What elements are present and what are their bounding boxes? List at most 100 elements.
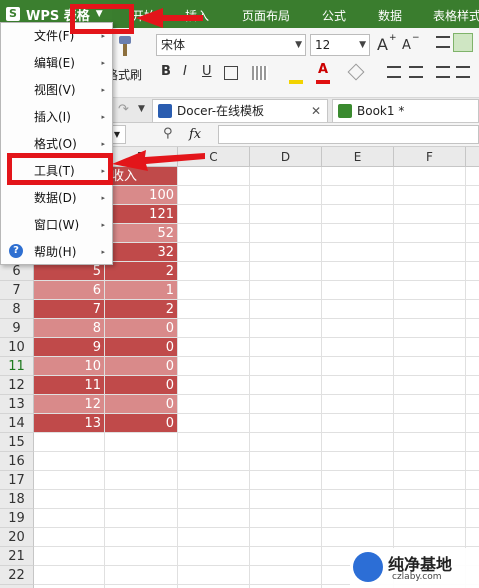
table-cell[interactable] — [178, 300, 250, 319]
table-cell[interactable]: 12 — [34, 395, 105, 414]
row-header[interactable]: 22 — [0, 566, 34, 585]
table-cell[interactable] — [250, 186, 322, 205]
table-cell[interactable] — [250, 338, 322, 357]
table-cell[interactable] — [394, 452, 466, 471]
table-cell[interactable] — [322, 357, 394, 376]
table-cell[interactable] — [250, 224, 322, 243]
row-header[interactable]: 21 — [0, 547, 34, 566]
table-cell[interactable] — [466, 319, 479, 338]
table-cell[interactable] — [322, 224, 394, 243]
table-cell[interactable] — [466, 376, 479, 395]
table-cell[interactable] — [394, 357, 466, 376]
table-cell[interactable] — [250, 395, 322, 414]
tab-table-style[interactable]: 表格样式 — [433, 7, 479, 24]
table-cell[interactable] — [105, 528, 178, 547]
table-cell[interactable] — [178, 243, 250, 262]
table-cell[interactable]: 2 — [105, 300, 178, 319]
table-cell[interactable] — [178, 452, 250, 471]
table-cell[interactable]: 0 — [105, 395, 178, 414]
table-cell[interactable]: 0 — [105, 338, 178, 357]
table-cell[interactable]: 0 — [105, 357, 178, 376]
table-cell[interactable] — [178, 357, 250, 376]
table-cell[interactable] — [394, 300, 466, 319]
table-cell[interactable] — [322, 205, 394, 224]
row-header[interactable]: 7 — [0, 281, 34, 300]
table-cell[interactable] — [178, 376, 250, 395]
table-cell[interactable] — [322, 300, 394, 319]
table-cell[interactable] — [105, 566, 178, 585]
table-cell[interactable] — [322, 376, 394, 395]
table-cell[interactable] — [322, 319, 394, 338]
row-header[interactable]: 17 — [0, 471, 34, 490]
table-cell[interactable] — [178, 433, 250, 452]
table-cell[interactable] — [34, 490, 105, 509]
table-cell[interactable] — [394, 281, 466, 300]
table-cell[interactable] — [466, 262, 479, 281]
wrap-icon[interactable] — [436, 66, 450, 78]
row-header[interactable]: 18 — [0, 490, 34, 509]
tab-book1[interactable]: Book1 * — [332, 99, 479, 122]
table-cell[interactable] — [394, 224, 466, 243]
table-cell[interactable] — [105, 490, 178, 509]
table-cell[interactable] — [250, 300, 322, 319]
table-cell[interactable] — [394, 262, 466, 281]
grow-font-button[interactable]: A — [377, 35, 388, 54]
table-cell[interactable] — [394, 414, 466, 433]
align-left-icon[interactable] — [436, 36, 450, 48]
table-cell[interactable] — [466, 281, 479, 300]
table-cell[interactable] — [466, 509, 479, 528]
table-cell[interactable]: 52 — [105, 224, 178, 243]
table-cell[interactable] — [466, 414, 479, 433]
menu-item-edit[interactable]: 编辑(E) ▸ — [1, 50, 112, 77]
table-cell[interactable] — [105, 452, 178, 471]
table-cell[interactable]: 2 — [105, 262, 178, 281]
table-cell[interactable] — [466, 186, 479, 205]
table-cell[interactable] — [178, 319, 250, 338]
table-cell[interactable] — [466, 471, 479, 490]
table-cell[interactable] — [34, 509, 105, 528]
table-cell[interactable] — [322, 471, 394, 490]
row-header[interactable]: 11 — [0, 357, 34, 376]
row-header[interactable]: 13 — [0, 395, 34, 414]
table-cell[interactable]: 6 — [34, 281, 105, 300]
table-cell[interactable] — [250, 319, 322, 338]
table-cell[interactable] — [250, 376, 322, 395]
table-cell[interactable] — [466, 395, 479, 414]
clear-format-icon[interactable] — [347, 63, 365, 81]
table-cell[interactable] — [394, 338, 466, 357]
table-cell[interactable] — [394, 433, 466, 452]
table-cell[interactable]: 121 — [105, 205, 178, 224]
row-header[interactable]: 10 — [0, 338, 34, 357]
column-header[interactable] — [466, 147, 479, 167]
table-cell[interactable] — [466, 205, 479, 224]
table-cell[interactable] — [394, 167, 466, 186]
table-cell[interactable] — [394, 490, 466, 509]
table-cell[interactable] — [178, 338, 250, 357]
table-cell[interactable] — [394, 528, 466, 547]
table-cell[interactable] — [322, 414, 394, 433]
tab-formulas[interactable]: 公式 — [322, 7, 346, 24]
table-cell[interactable] — [34, 547, 105, 566]
table-cell[interactable]: 7 — [34, 300, 105, 319]
table-cell[interactable]: 0 — [105, 376, 178, 395]
row-header[interactable]: 15 — [0, 433, 34, 452]
table-cell[interactable] — [322, 528, 394, 547]
font-color-icon[interactable]: A — [318, 62, 328, 77]
table-cell[interactable] — [466, 167, 479, 186]
table-cell[interactable] — [34, 566, 105, 585]
table-cell[interactable] — [178, 186, 250, 205]
table-cell[interactable] — [466, 490, 479, 509]
indent-icon[interactable] — [387, 66, 401, 78]
table-cell[interactable] — [394, 471, 466, 490]
table-cell[interactable] — [178, 262, 250, 281]
table-cell[interactable] — [466, 338, 479, 357]
table-cell[interactable] — [466, 243, 479, 262]
table-cell[interactable]: 8 — [34, 319, 105, 338]
table-cell[interactable] — [466, 452, 479, 471]
table-cell[interactable] — [34, 433, 105, 452]
table-cell[interactable] — [250, 509, 322, 528]
menu-item-view[interactable]: 视图(V) ▸ — [1, 77, 112, 104]
table-cell[interactable] — [250, 433, 322, 452]
table-cell[interactable] — [178, 566, 250, 585]
table-cell[interactable]: 11 — [34, 376, 105, 395]
